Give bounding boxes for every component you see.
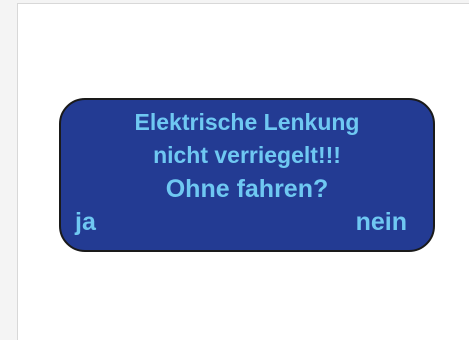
confirm-dialog: Elektrische Lenkung nicht verriegelt!!! … [59, 98, 435, 252]
dialog-message-line1: Elektrische Lenkung [134, 109, 360, 135]
dialog-message-line2: nicht verriegelt!!! [153, 142, 341, 168]
yes-button[interactable]: ja [75, 207, 96, 237]
dialog-question: Ohne fahren? [165, 175, 329, 203]
no-button[interactable]: nein [356, 207, 407, 237]
